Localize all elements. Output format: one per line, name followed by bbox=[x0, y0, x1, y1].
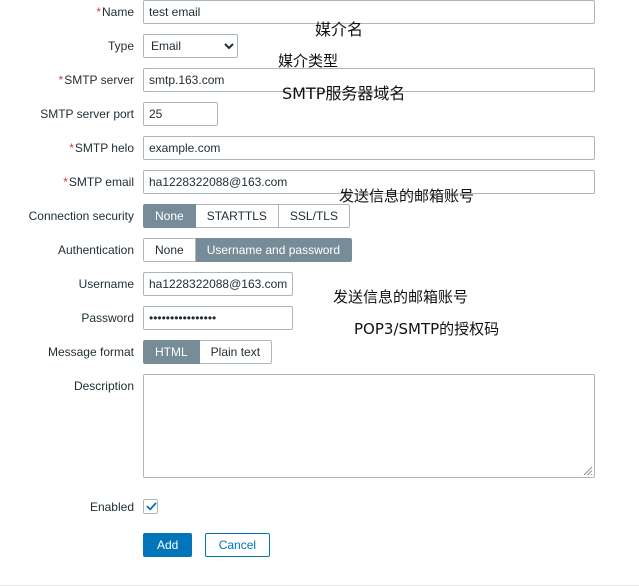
required-marker-smtp-server: * bbox=[58, 73, 64, 87]
annotation-sender-email-2: 发送信息的邮箱账号 bbox=[333, 288, 469, 306]
check-icon bbox=[146, 502, 157, 511]
control-actions: Add Cancel bbox=[143, 533, 639, 557]
control-message-format: HTML Plain text bbox=[143, 340, 639, 364]
control-enabled bbox=[143, 495, 639, 517]
control-smtp-helo bbox=[143, 136, 639, 160]
required-marker-smtp-helo: * bbox=[69, 141, 74, 155]
control-authentication: None Username and password bbox=[143, 238, 639, 262]
authentication-option-none[interactable]: None bbox=[143, 238, 196, 262]
control-smtp-server-port bbox=[143, 102, 639, 126]
password-input[interactable] bbox=[143, 306, 293, 330]
label-enabled: Enabled bbox=[89, 500, 134, 514]
form-row-authentication: Authentication None Username and passwor… bbox=[0, 238, 639, 262]
label-type: Type bbox=[107, 39, 134, 53]
message-format-segmented: HTML Plain text bbox=[143, 340, 273, 364]
form-row-smtp-helo: *SMTP helo bbox=[0, 136, 639, 160]
form-row-smtp-email: *SMTP email bbox=[0, 170, 639, 194]
label-username: Username bbox=[78, 277, 134, 291]
description-textarea[interactable] bbox=[143, 374, 595, 478]
label-smtp-server-port: SMTP server port bbox=[40, 107, 134, 121]
label-smtp-server: *SMTP server bbox=[58, 73, 134, 87]
form-row-username: Username bbox=[0, 272, 639, 296]
required-marker-name: * bbox=[96, 5, 101, 19]
connection-security-option-starttls[interactable]: STARTTLS bbox=[195, 204, 279, 228]
form-row-password: Password bbox=[0, 306, 639, 330]
form-row-enabled: Enabled bbox=[0, 495, 639, 519]
annotation-smtp-server-domain: SMTP服务器域名 bbox=[282, 84, 406, 103]
form-row-actions: Add Cancel bbox=[0, 533, 639, 557]
connection-security-segmented: None STARTTLS SSL/TLS bbox=[143, 204, 350, 228]
message-format-option-plain-text[interactable]: Plain text bbox=[199, 340, 273, 364]
annotation-media-type: 媒介类型 bbox=[278, 52, 339, 70]
annotation-sender-email-1: 发送信息的邮箱账号 bbox=[339, 187, 475, 205]
label-smtp-helo: *SMTP helo bbox=[69, 141, 134, 155]
smtp-helo-input[interactable] bbox=[143, 136, 595, 160]
label-name: *Name bbox=[96, 5, 134, 19]
label-description: Description bbox=[73, 379, 134, 393]
add-button[interactable]: Add bbox=[143, 533, 193, 557]
label-password: Password bbox=[81, 311, 134, 325]
form-row-smtp-server-port: SMTP server port bbox=[0, 102, 639, 126]
type-select[interactable]: Email bbox=[143, 34, 238, 58]
control-name bbox=[143, 0, 639, 24]
authentication-option-username-password[interactable]: Username and password bbox=[195, 238, 353, 262]
enabled-checkbox[interactable] bbox=[143, 499, 158, 514]
label-connection-security: Connection security bbox=[28, 209, 134, 223]
name-input[interactable] bbox=[143, 0, 595, 24]
control-connection-security: None STARTTLS SSL/TLS bbox=[143, 204, 639, 228]
annotation-auth-code: POP3/SMTP的授权码 bbox=[354, 320, 500, 338]
description-wrapper bbox=[143, 374, 595, 478]
message-format-option-html[interactable]: HTML bbox=[143, 340, 200, 364]
smtp-server-port-input[interactable] bbox=[143, 102, 218, 126]
form-row-description: Description bbox=[0, 374, 639, 481]
label-smtp-email: *SMTP email bbox=[63, 175, 134, 189]
form-row-connection-security: Connection security None STARTTLS SSL/TL… bbox=[0, 204, 639, 228]
label-message-format: Message format bbox=[47, 345, 134, 359]
annotation-media-name: 媒介名 bbox=[315, 20, 364, 39]
connection-security-option-ssltls[interactable]: SSL/TLS bbox=[278, 204, 350, 228]
authentication-segmented: None Username and password bbox=[143, 238, 353, 262]
form-row-message-format: Message format HTML Plain text bbox=[0, 340, 639, 364]
cancel-button[interactable]: Cancel bbox=[204, 533, 271, 557]
username-input[interactable] bbox=[143, 272, 293, 296]
connection-security-option-none[interactable]: None bbox=[143, 204, 196, 228]
required-marker-smtp-email: * bbox=[63, 175, 68, 189]
label-authentication: Authentication bbox=[57, 243, 134, 257]
control-description bbox=[143, 374, 639, 481]
control-type: Email bbox=[143, 34, 639, 58]
